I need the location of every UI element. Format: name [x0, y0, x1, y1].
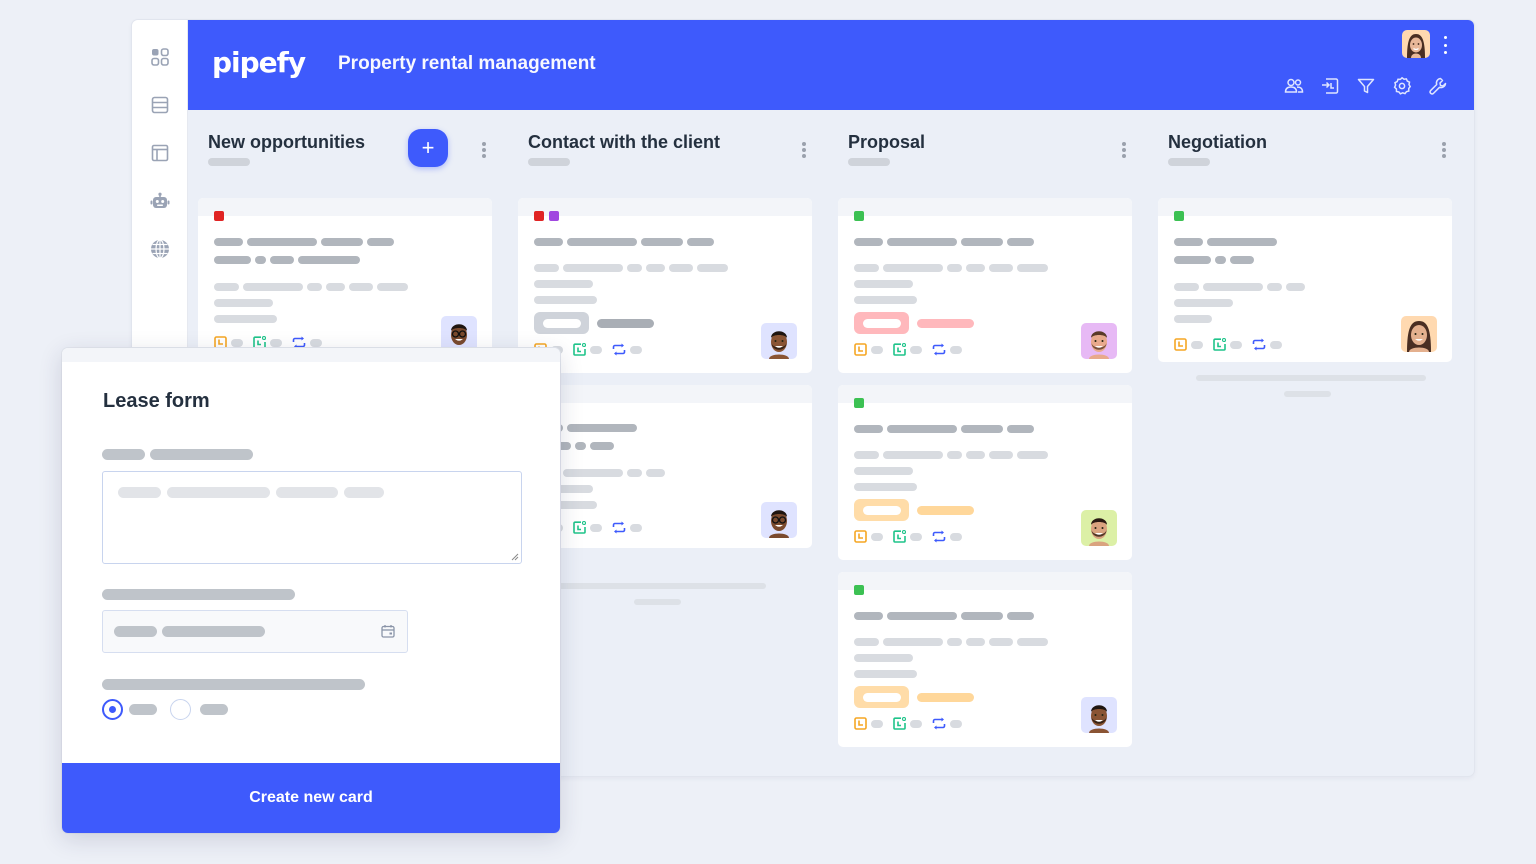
assignee-avatar[interactable] [1081, 697, 1117, 733]
more-options-icon[interactable] [1442, 36, 1448, 54]
card-labels [534, 211, 559, 221]
checklist-icon [573, 521, 586, 534]
bot-icon[interactable] [149, 190, 171, 212]
assignee-avatar[interactable] [1081, 510, 1117, 546]
create-new-card-button[interactable]: Create new card [62, 763, 560, 833]
label [854, 211, 864, 221]
card-indicators [854, 343, 972, 356]
repeat-icon [932, 343, 946, 356]
radio-option-2[interactable] [170, 699, 191, 720]
card-labels [854, 585, 864, 595]
assignee-avatar[interactable] [1401, 316, 1437, 352]
due-date-icon [854, 717, 867, 730]
database-icon[interactable] [149, 94, 171, 116]
card[interactable] [838, 572, 1132, 747]
card[interactable] [838, 385, 1132, 560]
card-labels [854, 211, 864, 221]
add-card-button[interactable]: + [408, 129, 448, 167]
checklist-icon [1213, 338, 1226, 351]
phase-title: Proposal [848, 132, 926, 152]
pipe-header: pipefy Property rental management [188, 20, 1474, 110]
settings-icon[interactable] [1392, 76, 1412, 96]
card[interactable] [1158, 198, 1452, 362]
tag [854, 499, 909, 521]
calendar-icon[interactable] [381, 624, 395, 638]
date-field[interactable] [102, 610, 408, 653]
card-indicators [1174, 338, 1292, 351]
card[interactable] [838, 198, 1132, 373]
tag [854, 686, 909, 708]
card[interactable] [518, 198, 812, 373]
phase-menu-icon[interactable] [1122, 142, 1126, 158]
phase-menu-icon[interactable] [802, 142, 806, 158]
repeat-icon [932, 530, 946, 543]
checklist-icon [573, 343, 586, 356]
card-labels [214, 211, 224, 221]
radio-option-1[interactable] [102, 699, 123, 720]
due-date-icon [854, 530, 867, 543]
label [549, 211, 559, 221]
radio-label [200, 704, 228, 715]
label [214, 211, 224, 221]
assignee-avatar[interactable] [761, 323, 797, 359]
repeat-icon [1252, 338, 1266, 351]
tag [534, 312, 589, 334]
members-icon[interactable] [1284, 76, 1304, 96]
assignee-avatar[interactable] [761, 502, 797, 538]
due-date-icon [1174, 338, 1187, 351]
pipe-title: Property rental management [338, 53, 596, 74]
radio-label [129, 704, 157, 715]
checklist-icon [893, 717, 906, 730]
assignee-avatar[interactable] [1081, 323, 1117, 359]
repeat-icon [932, 717, 946, 730]
card-labels [1174, 211, 1184, 221]
phase-title: New opportunities [208, 132, 365, 152]
label [1174, 211, 1184, 221]
form-title: Lease form [103, 390, 210, 412]
label [854, 585, 864, 595]
wrench-icon[interactable] [1428, 76, 1448, 96]
phase-menu-icon[interactable] [1442, 142, 1446, 158]
resize-handle-icon[interactable] [511, 553, 519, 561]
apps-grid-icon[interactable] [149, 46, 171, 68]
phase-title: Contact with the client [528, 132, 721, 152]
phase-card-count [208, 158, 250, 166]
checklist-icon [893, 343, 906, 356]
assignee-avatar[interactable] [441, 316, 477, 352]
phase-card-count [1168, 158, 1210, 166]
card[interactable] [198, 198, 492, 368]
card-indicators [854, 717, 972, 730]
field-label [102, 679, 365, 690]
checklist-icon [893, 530, 906, 543]
phase-card-count [848, 158, 890, 166]
repeat-icon [612, 343, 626, 356]
field-label [102, 449, 253, 460]
phase-title: Negotiation [1168, 132, 1267, 152]
card[interactable] [518, 385, 812, 548]
due-date-icon [854, 343, 867, 356]
tag [854, 312, 909, 334]
pipe-toolbar [1284, 76, 1448, 96]
user-avatar[interactable] [1402, 30, 1430, 58]
lease-form-modal: Lease form Create new card [62, 348, 560, 833]
import-icon[interactable] [1320, 76, 1340, 96]
field-label [102, 589, 295, 600]
description-textarea[interactable] [102, 471, 522, 564]
label [854, 398, 864, 408]
card-labels [854, 398, 864, 408]
layout-icon[interactable] [149, 142, 171, 164]
card-indicators [854, 530, 972, 543]
repeat-icon [612, 521, 626, 534]
phase-menu-icon[interactable] [482, 142, 486, 158]
pipefy-logo[interactable]: pipefy [212, 46, 306, 79]
label [534, 211, 544, 221]
globe-icon[interactable] [149, 238, 171, 260]
filter-icon[interactable] [1356, 76, 1376, 96]
phase-card-count [528, 158, 570, 166]
